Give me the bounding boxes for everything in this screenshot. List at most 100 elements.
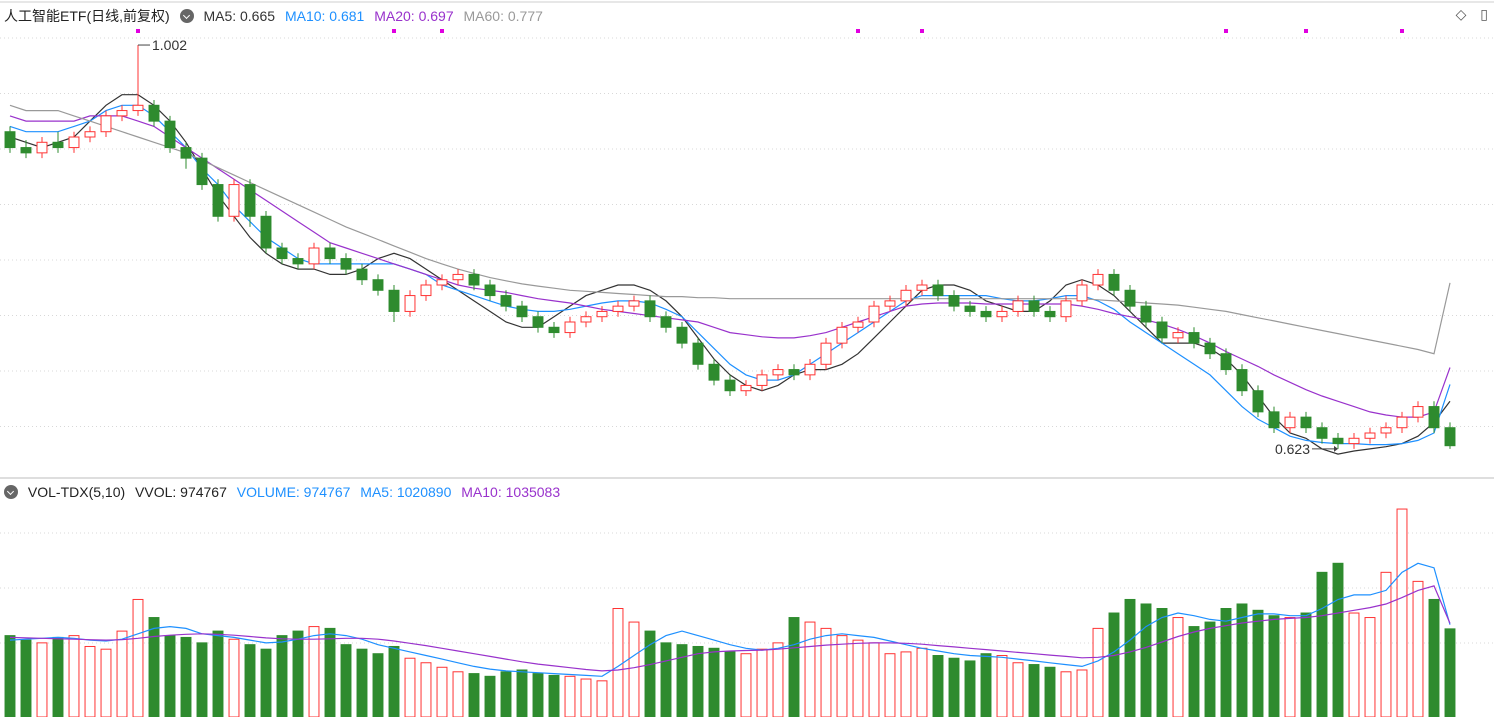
volume-bar <box>484 675 496 717</box>
candle-body <box>820 342 832 365</box>
volume-bar <box>52 636 64 717</box>
volume-bar <box>580 678 592 717</box>
candle-body <box>1012 300 1024 312</box>
candle-body <box>900 289 912 302</box>
volume-bar <box>916 647 928 717</box>
candle-body <box>116 110 128 117</box>
ma20-line <box>9 115 1451 418</box>
volume-bar <box>1044 666 1056 717</box>
volume-bar <box>404 657 416 717</box>
volume-bar <box>132 598 144 717</box>
candle-body <box>212 184 224 217</box>
volume-bar <box>100 648 112 717</box>
candle-body <box>500 295 512 307</box>
candle-body <box>1428 406 1440 429</box>
candle-body <box>308 247 320 265</box>
volume-bar <box>660 642 672 717</box>
volume-bar <box>324 627 336 717</box>
volume-bar <box>548 674 560 717</box>
candle-body <box>708 363 720 381</box>
candle-body <box>180 147 192 159</box>
candle-body <box>980 310 992 318</box>
volume-bar <box>900 651 912 717</box>
volume-bar <box>84 645 96 717</box>
candle-body <box>4 131 16 149</box>
volume-bar <box>564 675 576 717</box>
volume-bar <box>804 621 816 717</box>
volume-bar <box>180 636 192 717</box>
volume-bar <box>500 671 512 717</box>
candle-body <box>1172 332 1184 339</box>
candle-body <box>852 321 864 328</box>
signal-marker <box>440 29 444 33</box>
volume-bar <box>532 673 544 717</box>
volume-bar <box>596 680 608 717</box>
candle-body <box>756 374 768 386</box>
volume-bar <box>452 671 464 717</box>
volume-bar <box>372 653 384 717</box>
candle-body <box>1188 332 1200 344</box>
volume-bar <box>1396 508 1408 717</box>
candle-body <box>1284 416 1296 429</box>
signal-marker <box>920 29 924 33</box>
candle-body <box>1444 427 1456 447</box>
volume-bar <box>692 645 704 717</box>
candle-body <box>1332 437 1344 445</box>
volume-bar <box>388 645 400 717</box>
candle-body <box>1412 406 1424 418</box>
candle-body <box>228 184 240 217</box>
candle-body <box>1348 437 1360 445</box>
chart-svg: 1.002 0.623 <box>0 1 1494 717</box>
volume-bar <box>1172 617 1184 717</box>
volume-bar <box>148 617 160 717</box>
candle-body <box>1268 411 1280 429</box>
signal-marker <box>1400 29 1404 33</box>
volume-bar <box>1204 621 1216 717</box>
candle-body <box>916 284 928 291</box>
candle-body <box>148 104 160 122</box>
volume-bar <box>1092 627 1104 717</box>
volume-bar <box>868 642 880 717</box>
candle-body <box>36 141 48 154</box>
volume-bar <box>36 642 48 717</box>
candle-body <box>692 342 704 365</box>
signal-marker <box>856 29 860 33</box>
volume-bar <box>1060 671 1072 717</box>
volume-bar <box>1028 664 1040 717</box>
volume-bar <box>852 639 864 717</box>
candle-body <box>356 268 368 281</box>
candle-body <box>276 247 288 260</box>
volume-bar <box>68 635 80 717</box>
candle-body <box>1316 427 1328 439</box>
volume-bar <box>1444 628 1456 717</box>
volume-bar <box>772 642 784 717</box>
candle-body <box>884 300 896 307</box>
volume-bar <box>1348 612 1360 717</box>
volume-bar <box>948 657 960 717</box>
volume-bar <box>628 621 640 717</box>
candle-body <box>340 258 352 270</box>
volume-bar <box>1428 598 1440 717</box>
candle-body <box>1204 342 1216 355</box>
volume-bar <box>292 630 304 717</box>
volume-bar <box>1300 612 1312 717</box>
candle-body <box>964 305 976 312</box>
candle-body <box>660 316 672 328</box>
volume-bar <box>228 638 240 717</box>
volume-bar <box>4 635 16 717</box>
volume-bar <box>1316 571 1328 717</box>
volume-bar <box>932 655 944 717</box>
volume-bar <box>244 644 256 717</box>
candle-body <box>580 316 592 323</box>
volume-bar <box>1108 612 1120 717</box>
signal-marker <box>1304 29 1308 33</box>
candle-body <box>532 316 544 328</box>
high-value-label: 1.002 <box>152 37 187 53</box>
candle-body <box>1108 273 1120 291</box>
candle-body <box>1156 321 1168 339</box>
candle-body <box>628 300 640 307</box>
volume-bar <box>356 648 368 717</box>
volume-bar <box>308 626 320 717</box>
candle-body <box>436 279 448 286</box>
candle-body <box>1300 416 1312 429</box>
